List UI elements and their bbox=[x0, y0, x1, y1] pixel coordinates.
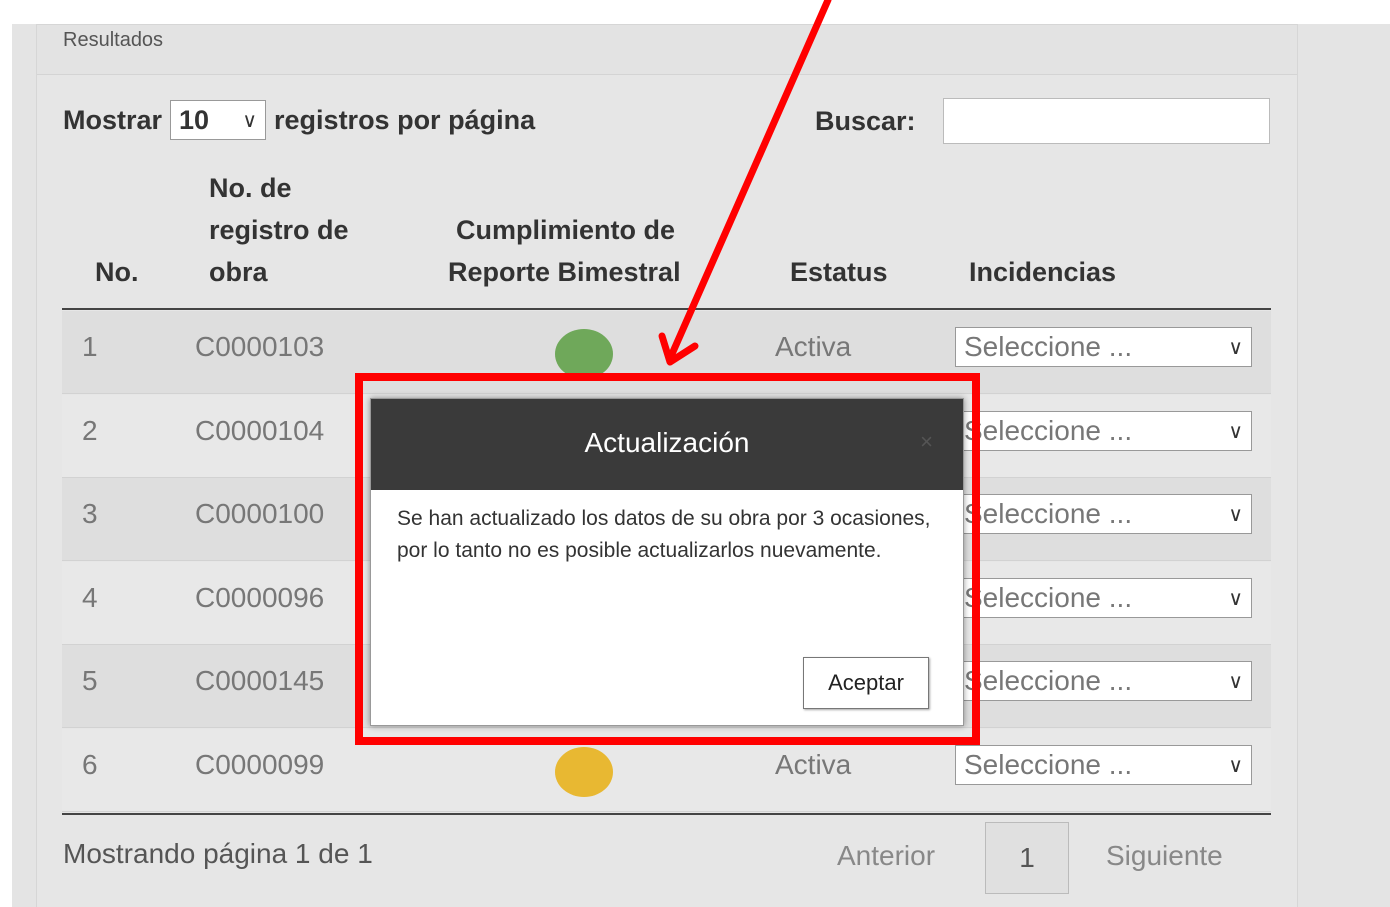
row-estatus: Activa bbox=[775, 749, 852, 780]
row-no: 5 bbox=[82, 665, 98, 696]
row-registro: C0000096 bbox=[195, 582, 325, 613]
header-registro-line1[interactable]: No. de bbox=[209, 167, 292, 209]
row-no: 1 bbox=[82, 331, 98, 362]
search-label: Buscar: bbox=[815, 106, 916, 136]
header-registro-line3[interactable]: obra bbox=[209, 251, 268, 293]
chevron-down-icon: ∨ bbox=[1228, 420, 1243, 443]
header-cumplimiento-line1[interactable]: Cumplimiento de bbox=[456, 209, 675, 251]
header-estatus[interactable]: Estatus bbox=[790, 251, 888, 293]
left-gutter bbox=[12, 24, 36, 907]
row-no: 6 bbox=[82, 749, 98, 780]
row-no: 4 bbox=[82, 582, 98, 613]
row-registro: C0000104 bbox=[195, 415, 325, 446]
row-registro: C0000100 bbox=[195, 498, 325, 529]
header-cumplimiento-line2[interactable]: Reporte Bimestral bbox=[448, 251, 681, 293]
incidencias-value: Seleccione ... bbox=[964, 582, 1133, 613]
chevron-down-icon: ∨ bbox=[242, 109, 258, 132]
chevron-down-icon: ∨ bbox=[1228, 587, 1243, 610]
row-registro: C0000145 bbox=[195, 665, 325, 696]
header-no[interactable]: No. bbox=[95, 251, 139, 293]
red-highlight-box bbox=[355, 373, 980, 745]
incidencias-value: Seleccione ... bbox=[964, 749, 1133, 780]
incidencias-select[interactable]: Seleccione ... ∨ bbox=[955, 327, 1252, 367]
page-1-button[interactable]: 1 bbox=[985, 822, 1069, 894]
incidencias-value: Seleccione ... bbox=[964, 665, 1133, 696]
incidencias-select[interactable]: Seleccione ... ∨ bbox=[955, 745, 1252, 785]
search-input[interactable] bbox=[943, 98, 1270, 144]
panel-heading: Resultados bbox=[37, 25, 1297, 75]
pagination-info: Mostrando página 1 de 1 bbox=[63, 838, 373, 869]
incidencias-value: Seleccione ... bbox=[964, 415, 1133, 446]
next-page-button[interactable]: Siguiente bbox=[1106, 840, 1223, 872]
yellow-status-dot bbox=[555, 747, 613, 797]
per-page-label: registros por página bbox=[274, 104, 536, 135]
chevron-down-icon: ∨ bbox=[1228, 336, 1243, 359]
green-status-dot bbox=[555, 329, 613, 379]
incidencias-select[interactable]: Seleccione ... ∨ bbox=[955, 661, 1252, 701]
chevron-down-icon: ∨ bbox=[1228, 503, 1243, 526]
incidencias-select[interactable]: Seleccione ... ∨ bbox=[955, 494, 1252, 534]
incidencias-value: Seleccione ... bbox=[964, 331, 1133, 362]
top-margin bbox=[0, 0, 1390, 24]
incidencias-select[interactable]: Seleccione ... ∨ bbox=[955, 411, 1252, 451]
panel-title: Resultados bbox=[63, 29, 164, 51]
row-estatus: Activa bbox=[775, 331, 852, 362]
footer-divider bbox=[62, 813, 1271, 815]
page-size-value: 10 bbox=[179, 104, 210, 135]
header-registro-line2[interactable]: registro de bbox=[209, 209, 349, 251]
chevron-down-icon: ∨ bbox=[1228, 754, 1243, 777]
incidencias-value: Seleccione ... bbox=[964, 498, 1133, 529]
right-gutter bbox=[1298, 24, 1390, 907]
header-divider bbox=[62, 308, 1271, 310]
row-registro: C0000103 bbox=[195, 331, 325, 362]
header-incidencias[interactable]: Incidencias bbox=[969, 251, 1116, 293]
show-label: Mostrar bbox=[63, 104, 163, 135]
page-size-select[interactable]: 10 ∨ bbox=[170, 100, 267, 140]
row-no: 3 bbox=[82, 498, 98, 529]
page-size-control: Mostrar 10 ∨ registros por página bbox=[63, 100, 535, 140]
row-no: 2 bbox=[82, 415, 98, 446]
incidencias-select[interactable]: Seleccione ... ∨ bbox=[955, 578, 1252, 618]
row-registro: C0000099 bbox=[195, 749, 325, 780]
previous-page-button[interactable]: Anterior bbox=[837, 840, 935, 872]
chevron-down-icon: ∨ bbox=[1228, 670, 1243, 693]
